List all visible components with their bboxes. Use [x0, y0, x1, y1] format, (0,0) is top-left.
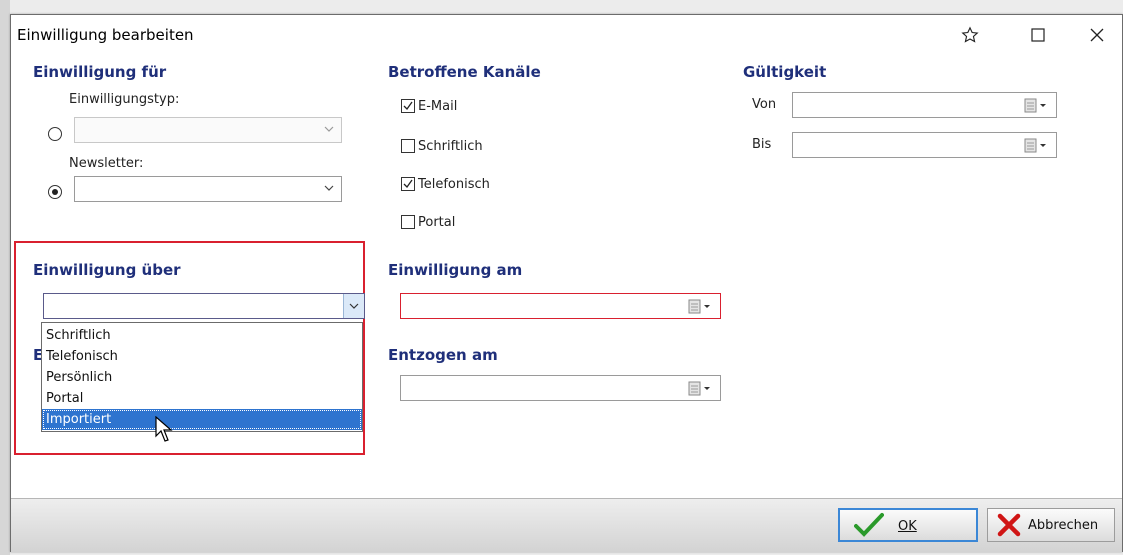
channel-telefonisch-checkbox[interactable] — [401, 177, 415, 191]
section-title-betroffene-kanaele: Betroffene Kanäle — [388, 63, 541, 81]
edit-consent-dialog: Einwilligung bearbeiten Einwilligung für… — [10, 14, 1123, 552]
entzogen-am-date-input[interactable] — [400, 375, 721, 401]
calendar-dropdown-icon[interactable] — [688, 381, 714, 397]
channel-schriftlich-checkbox[interactable] — [401, 139, 415, 153]
ok-button[interactable]: OK — [838, 508, 978, 542]
calendar-dropdown-icon[interactable] — [688, 299, 714, 315]
von-label: Von — [752, 97, 777, 112]
section-title-einwilligung-am: Einwilligung am — [388, 261, 523, 279]
section-title-entzogen-am: Entzogen am — [388, 346, 498, 364]
chevron-down-icon — [324, 185, 334, 191]
red-x-icon — [997, 513, 1021, 537]
einwilligungstyp-radio[interactable] — [48, 127, 62, 141]
background-app — [0, 0, 10, 555]
von-date-input[interactable] — [792, 92, 1057, 118]
channel-schriftlich-label: Schriftlich — [418, 139, 483, 154]
checkmark-icon — [403, 101, 413, 111]
einwilligung-ueber-select[interactable] — [43, 293, 365, 319]
cancel-button-label: Abbrechen — [1028, 518, 1099, 533]
dropdown-option-schriftlich[interactable]: Schriftlich — [42, 325, 362, 346]
favorite-star-button[interactable] — [947, 15, 993, 55]
title-bar: Einwilligung bearbeiten — [11, 15, 1122, 55]
calendar-dropdown-icon[interactable] — [1024, 138, 1050, 154]
cancel-button[interactable]: Abbrechen — [987, 508, 1115, 542]
section-title-einwilligung-ueber: Einwilligung über — [33, 261, 181, 279]
section-title-gueltigkeit: Gültigkeit — [743, 63, 827, 81]
channel-portal-checkbox[interactable] — [401, 215, 415, 229]
maximize-icon — [1031, 28, 1045, 42]
dialog-footer: OK Abbrechen — [11, 498, 1122, 552]
dropdown-option-telefonisch[interactable]: Telefonisch — [42, 346, 362, 367]
bis-date-input[interactable] — [792, 132, 1057, 158]
screen: Einwilligung bearbeiten Einwilligung für… — [0, 0, 1123, 555]
channel-portal-label: Portal — [418, 215, 456, 230]
channel-email-checkbox[interactable] — [401, 99, 415, 113]
calendar-dropdown-icon[interactable] — [1024, 98, 1050, 114]
dropdown-option-persoenlich[interactable]: Persönlich — [42, 367, 362, 388]
mouse-cursor-icon — [155, 416, 173, 442]
dropdown-button[interactable] — [343, 294, 364, 318]
chevron-down-icon — [324, 126, 334, 132]
star-icon — [961, 26, 979, 43]
close-button[interactable] — [1074, 15, 1120, 55]
einwilligungstyp-label: Einwilligungstyp: — [69, 92, 180, 107]
einwilligungstyp-select[interactable] — [74, 117, 342, 143]
chevron-down-icon — [349, 303, 359, 309]
maximize-button[interactable] — [1015, 15, 1061, 55]
ok-button-label: OK — [898, 519, 917, 534]
newsletter-radio[interactable] — [48, 185, 62, 199]
dropdown-option-importiert[interactable]: Importiert — [42, 409, 362, 430]
channel-telefonisch-label: Telefonisch — [418, 177, 490, 192]
channel-email-label: E-Mail — [418, 99, 458, 114]
dropdown-option-portal[interactable]: Portal — [42, 388, 362, 409]
newsletter-label: Newsletter: — [69, 156, 144, 171]
green-checkmark-icon — [854, 513, 884, 537]
einwilligung-ueber-dropdown-list: Schriftlich Telefonisch Persönlich Porta… — [41, 322, 363, 432]
einwilligung-am-date-input[interactable] — [400, 293, 721, 319]
close-icon — [1090, 28, 1104, 42]
bis-label: Bis — [752, 137, 772, 152]
section-title-einwilligung-fuer: Einwilligung für — [33, 63, 167, 81]
checkmark-icon — [403, 179, 413, 189]
window-title: Einwilligung bearbeiten — [17, 26, 194, 44]
newsletter-select[interactable] — [74, 176, 342, 202]
